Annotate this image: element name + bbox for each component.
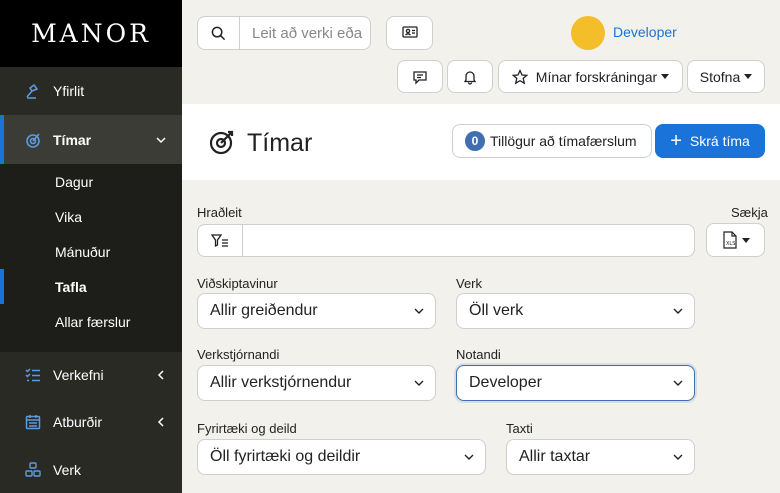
sidebar-item-verk[interactable]: Verk bbox=[0, 446, 182, 493]
export-label: Sækja bbox=[731, 205, 768, 220]
sidebar-subitem-vika[interactable]: Vika bbox=[0, 199, 182, 234]
sidebar-item-label: Atburðir bbox=[53, 414, 103, 430]
customer-value: Allir greiðendur bbox=[210, 302, 318, 319]
svg-text:XLS: XLS bbox=[726, 241, 735, 247]
sidebar-item-timar[interactable]: Tímar bbox=[0, 115, 182, 164]
company-select[interactable]: Öll fyrirtæki og deildir bbox=[197, 439, 486, 475]
chevron-down-icon bbox=[673, 308, 683, 314]
sidebar-item-label: Verkefni bbox=[53, 367, 104, 383]
projects-icon bbox=[24, 461, 42, 479]
quick-search-field bbox=[197, 224, 695, 257]
sidebar-item-overview[interactable]: Yfirlit bbox=[0, 67, 182, 115]
time-suggestions-button[interactable]: 0 Tillögur að tímafærslum bbox=[452, 124, 652, 158]
sidebar-subitem-dagur[interactable]: Dagur bbox=[0, 164, 182, 199]
caret-down-icon bbox=[741, 237, 750, 243]
chevron-down-icon bbox=[414, 380, 424, 386]
search-icon[interactable] bbox=[198, 17, 240, 49]
sidebar-item-atburdir[interactable]: Atburðir bbox=[0, 398, 182, 446]
manager-select[interactable]: Allir verkstjórnendur bbox=[197, 365, 436, 401]
project-value: Öll verk bbox=[469, 302, 524, 319]
quick-search-input[interactable] bbox=[244, 225, 694, 256]
bookmarks-label: Mínar forskráningar bbox=[535, 68, 658, 85]
create-dropdown[interactable]: Stofna bbox=[687, 60, 765, 93]
contacts-button[interactable] bbox=[386, 16, 433, 50]
avatar[interactable] bbox=[571, 16, 605, 50]
chevron-left-icon bbox=[157, 370, 164, 380]
rate-select[interactable]: Allir taxtar bbox=[506, 439, 695, 475]
user-name-link[interactable]: Developer bbox=[613, 24, 677, 40]
search-input[interactable] bbox=[241, 17, 369, 49]
user-value: Developer bbox=[469, 374, 542, 391]
rate-value: Allir taxtar bbox=[519, 448, 591, 465]
sidebar-item-label: Yfirlit bbox=[53, 83, 85, 99]
sidebar-item-label: Verk bbox=[53, 462, 82, 478]
filter-icon[interactable] bbox=[198, 225, 243, 256]
chevron-down-icon bbox=[673, 454, 683, 460]
bell-icon bbox=[463, 70, 477, 85]
plus-icon: + bbox=[670, 130, 682, 152]
timer-icon bbox=[24, 131, 42, 149]
export-dropdown[interactable]: XLS bbox=[706, 223, 765, 257]
sidebar-item-verkefni[interactable]: Verkefni bbox=[0, 352, 182, 398]
calendar-icon bbox=[24, 413, 42, 431]
manager-label: Verkstjórnandi bbox=[197, 347, 280, 362]
xls-file-icon: XLS bbox=[722, 231, 737, 249]
suggestions-label: Tillögur að tímafærslum bbox=[490, 133, 637, 149]
brand-logo[interactable]: MANOR bbox=[0, 0, 182, 67]
user-select[interactable]: Developer bbox=[456, 365, 695, 401]
timer-icon bbox=[209, 130, 234, 155]
company-label: Fyrirtæki og deild bbox=[197, 421, 297, 436]
sidebar: MANOR Yfirlit Tímar Dagur Vika Mánuður T… bbox=[0, 0, 182, 493]
user-label: Notandi bbox=[456, 347, 501, 362]
chevron-left-icon bbox=[157, 417, 164, 427]
chevron-down-icon bbox=[156, 136, 166, 143]
chevron-down-icon bbox=[673, 380, 683, 386]
page-title: Tímar bbox=[247, 129, 313, 157]
sidebar-subitem-manudur[interactable]: Mánuður bbox=[0, 234, 182, 269]
caret-down-icon bbox=[744, 74, 753, 79]
bookmarks-dropdown[interactable]: Mínar forskráningar bbox=[498, 60, 683, 93]
overview-icon bbox=[24, 82, 42, 100]
suggestions-count-badge: 0 bbox=[465, 131, 485, 151]
caret-down-icon bbox=[661, 74, 670, 79]
register-time-button[interactable]: + Skrá tíma bbox=[655, 124, 765, 158]
rate-label: Taxti bbox=[506, 421, 533, 436]
tasks-icon bbox=[24, 366, 42, 384]
notifications-button[interactable] bbox=[447, 60, 493, 93]
customer-label: Viðskiptavinur bbox=[197, 276, 278, 291]
quick-search-label: Hraðleit bbox=[197, 205, 242, 220]
register-time-label: Skrá tíma bbox=[689, 133, 750, 149]
company-value: Öll fyrirtæki og deildir bbox=[210, 448, 361, 465]
project-select[interactable]: Öll verk bbox=[456, 293, 695, 329]
sidebar-submenu: Dagur Vika Mánuður Tafla Allar færslur bbox=[0, 164, 182, 352]
sidebar-subitem-tafla[interactable]: Tafla bbox=[0, 269, 182, 304]
search-box bbox=[197, 16, 371, 50]
chat-button[interactable] bbox=[397, 60, 443, 93]
chevron-down-icon bbox=[464, 454, 474, 460]
chat-icon bbox=[413, 70, 427, 85]
sidebar-item-label: Tímar bbox=[53, 131, 92, 148]
create-label: Stofna bbox=[699, 68, 741, 85]
sidebar-subitem-allar-faerslur[interactable]: Allar færslur bbox=[0, 304, 182, 339]
contact-card-icon bbox=[401, 26, 418, 38]
customer-select[interactable]: Allir greiðendur bbox=[197, 293, 436, 329]
manager-value: Allir verkstjórnendur bbox=[210, 374, 352, 391]
project-label: Verk bbox=[456, 276, 483, 291]
chevron-down-icon bbox=[414, 308, 424, 314]
star-icon bbox=[511, 68, 528, 85]
